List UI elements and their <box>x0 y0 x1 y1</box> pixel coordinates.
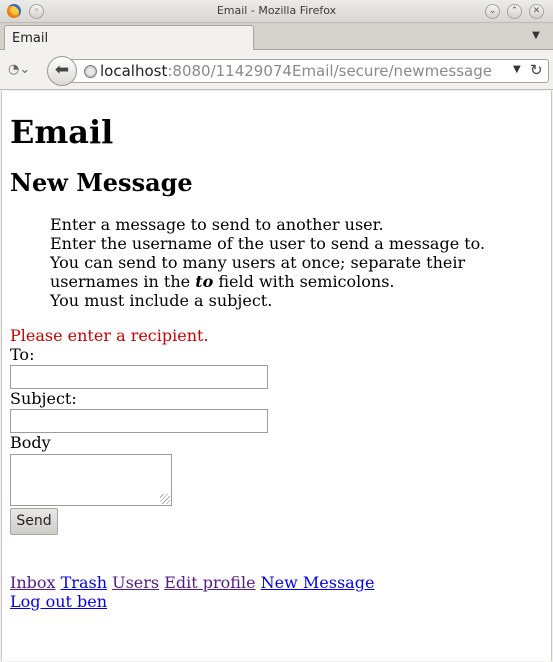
to-label: To: <box>10 345 35 364</box>
minimize-button[interactable]: ⌄ <box>485 4 500 19</box>
body-label: Body <box>10 433 51 452</box>
instruction-line: Enter the username of the user to send a… <box>50 234 486 253</box>
instruction-text: field with semicolons. <box>213 272 395 291</box>
tab-label: Email <box>12 31 49 46</box>
subject-field[interactable] <box>10 409 268 433</box>
users-link[interactable]: Users <box>112 573 159 592</box>
instruction-line: Enter a message to send to another user. <box>50 215 384 234</box>
body-textarea[interactable] <box>10 454 172 506</box>
tab-strip: Email ▼ <box>0 23 553 51</box>
subject-label: Subject: <box>10 389 77 408</box>
url-text: localhost:8080/11429074Email/secure/newm… <box>100 62 492 80</box>
error-message: Please enter a recipient. <box>10 326 209 345</box>
resize-grip-icon[interactable] <box>160 494 170 504</box>
footer-nav: Inbox Trash Users Edit profile New Messa… <box>10 573 551 611</box>
url-host: localhost <box>100 62 168 80</box>
new-message-link[interactable]: New Message <box>261 573 375 592</box>
history-dropdown-icon[interactable]: ◔⌄ <box>8 61 38 79</box>
reload-icon[interactable]: ↻ <box>530 61 543 79</box>
inbox-link[interactable]: Inbox <box>10 573 56 592</box>
close-window-button[interactable]: ✕ <box>529 4 544 19</box>
instructions-block: Enter a message to send to another user.… <box>50 215 490 310</box>
window-title: Email - Mozilla Firefox <box>216 4 337 17</box>
to-field[interactable] <box>10 365 268 389</box>
page-body: Email New Message Enter a message to sen… <box>2 113 551 611</box>
tab-email[interactable]: Email <box>4 25 254 51</box>
instruction-line: You can send to many users at once; sepa… <box>50 253 490 291</box>
edit-profile-link[interactable]: Edit profile <box>164 573 255 592</box>
tab-list-dropdown-icon[interactable]: ▼ <box>530 30 542 42</box>
page-subtitle: New Message <box>10 168 193 197</box>
new-message-form: To: Subject: Body Send <box>10 345 551 535</box>
url-history-dropdown-icon[interactable]: ▼ <box>513 64 521 75</box>
url-path: :8080/11429074Email/secure/newmessage <box>167 62 492 80</box>
globe-icon <box>84 65 97 78</box>
instruction-emphasis: to <box>195 272 214 291</box>
window-titlebar: ◦ Email - Mozilla Firefox ⌄ ⌃ ✕ <box>0 0 553 23</box>
instruction-line: You must include a subject. <box>50 291 273 310</box>
trash-link[interactable]: Trash <box>61 573 107 592</box>
page-title: Email <box>10 113 114 151</box>
url-bar[interactable]: localhost:8080/11429074Email/secure/newm… <box>64 59 549 83</box>
page-viewport: Email New Message Enter a message to sen… <box>1 91 552 661</box>
navigation-toolbar: ◔⌄ localhost:8080/11429074Email/secure/n… <box>0 50 553 90</box>
logout-link[interactable]: Log out ben <box>10 592 107 611</box>
send-button[interactable]: Send <box>10 508 58 535</box>
maximize-button[interactable]: ⌃ <box>507 4 522 19</box>
back-arrow-icon: ⬅ <box>54 60 70 80</box>
back-button[interactable]: ⬅ <box>47 56 77 86</box>
